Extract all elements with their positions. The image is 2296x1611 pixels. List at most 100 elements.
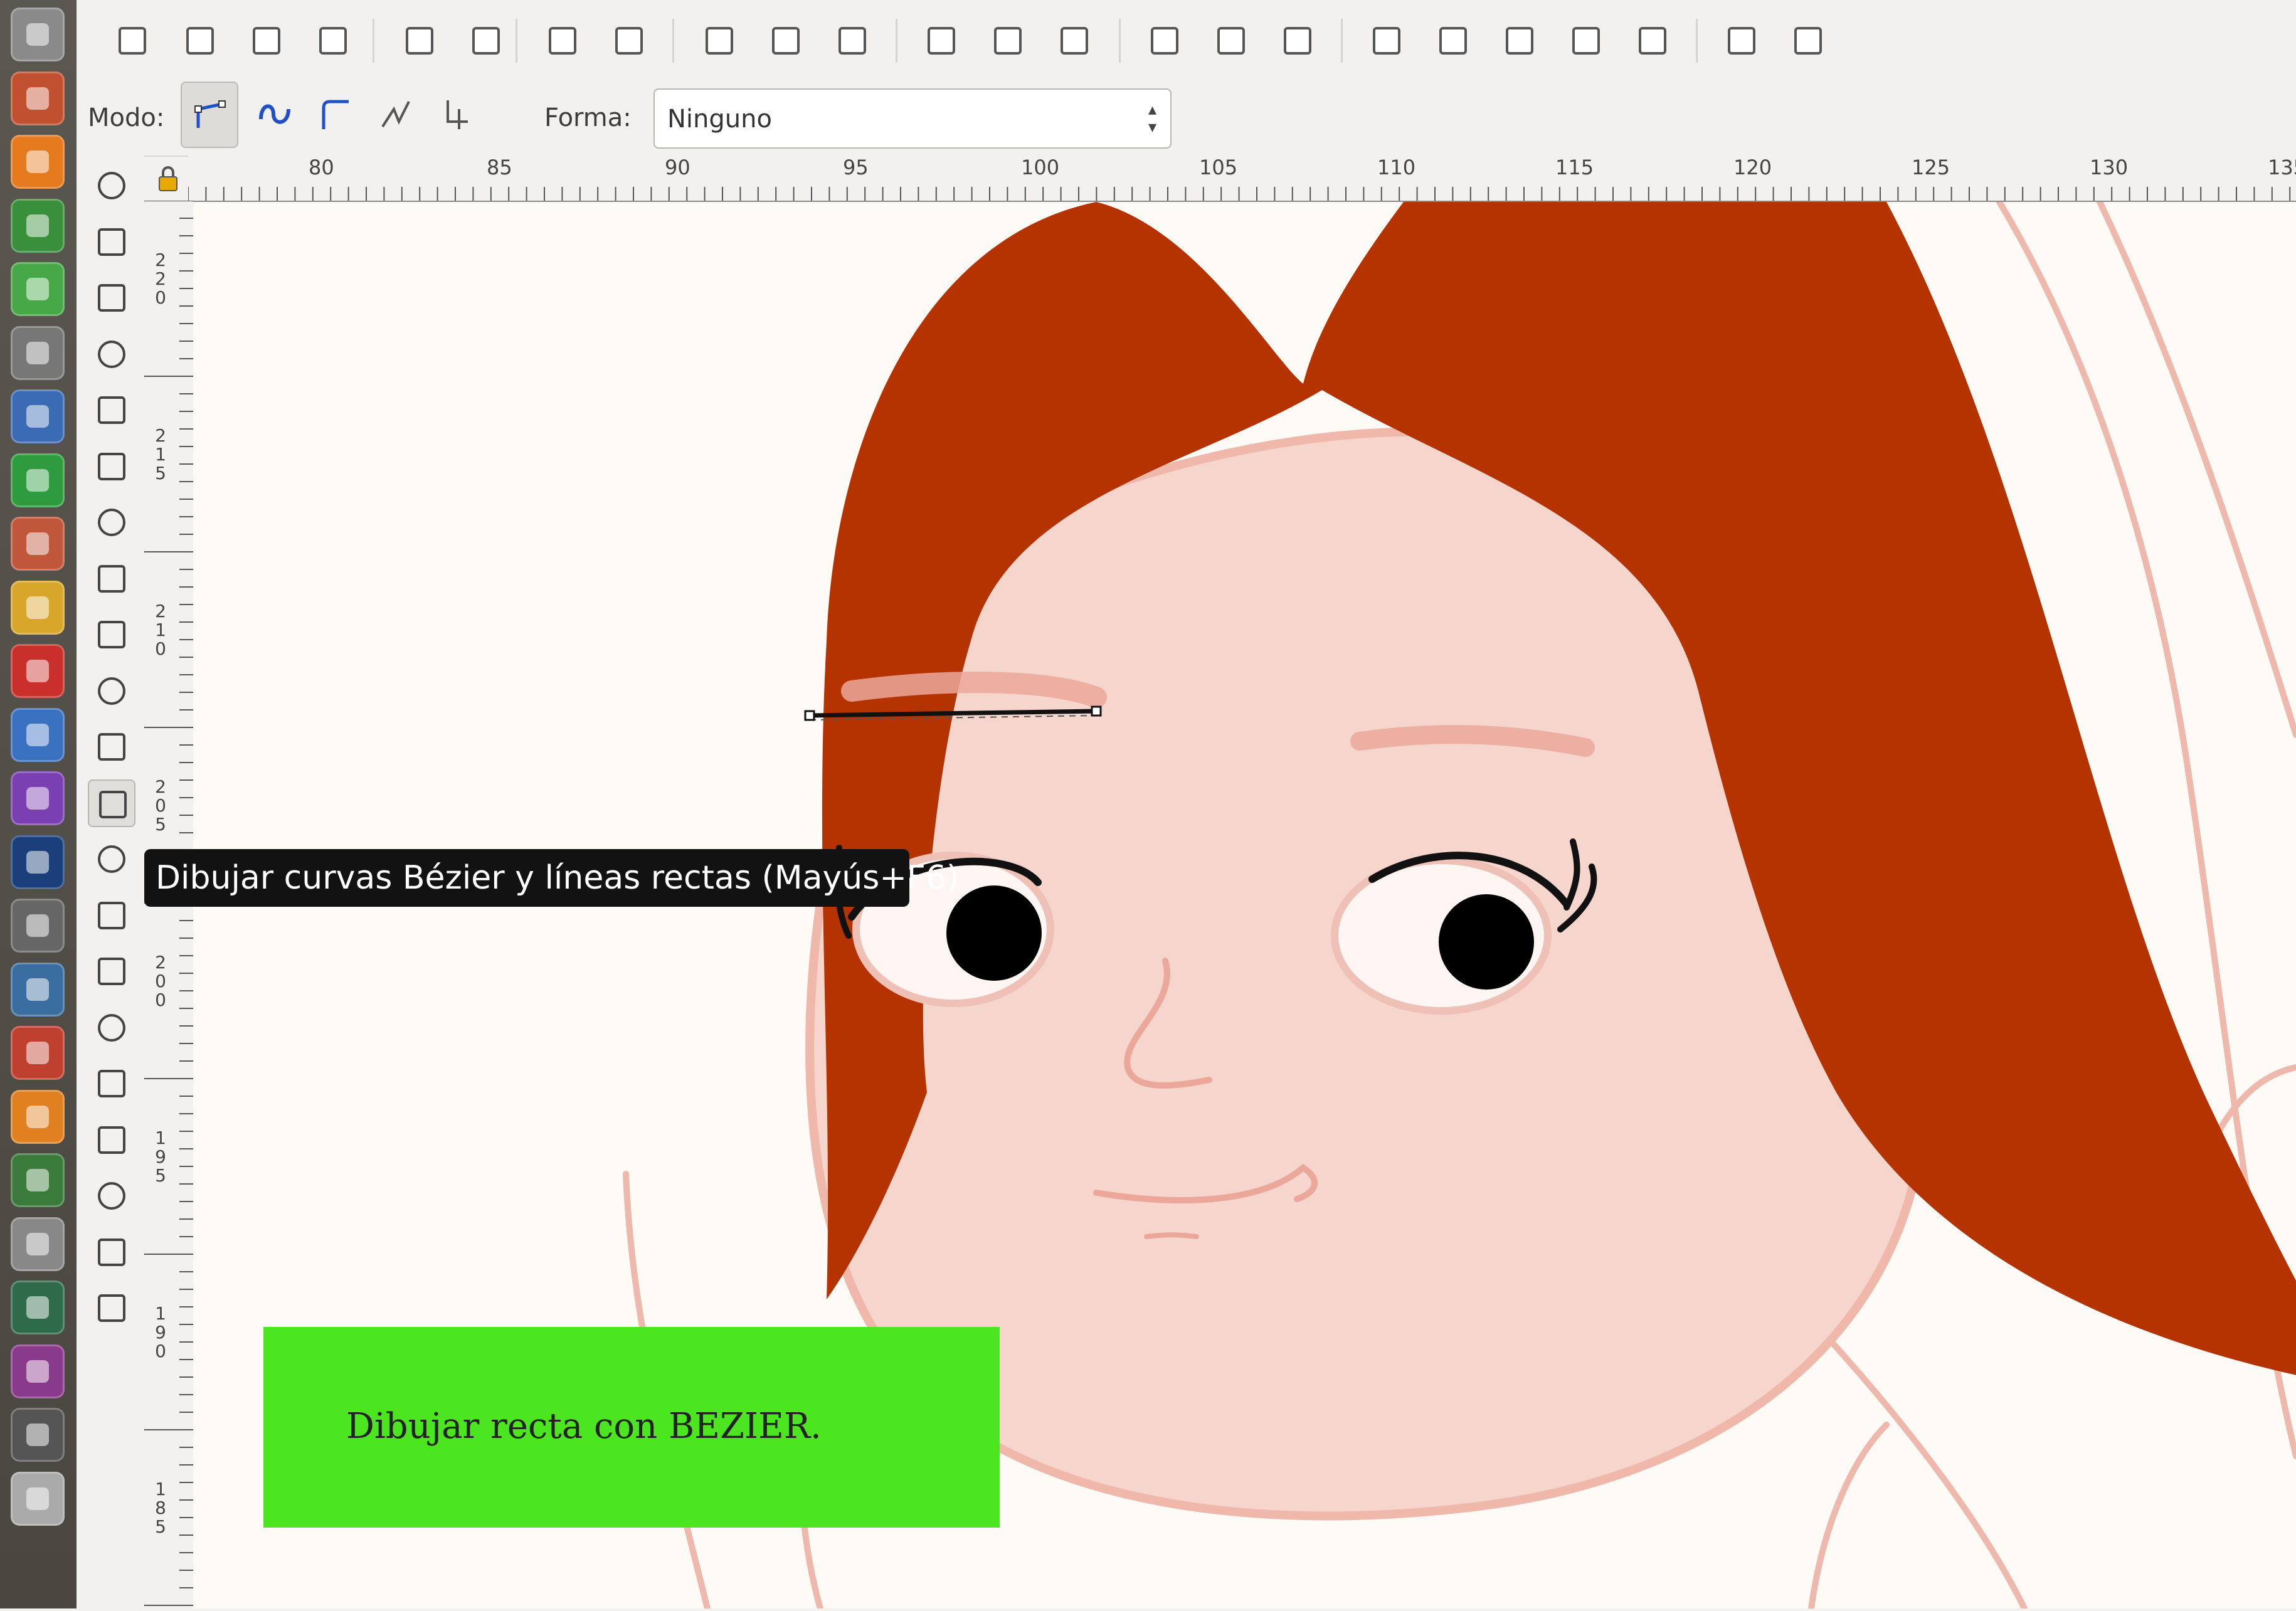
mode-spiro-button[interactable]: [246, 82, 304, 148]
text-font-icon[interactable]: [1431, 19, 1475, 63]
toolbar-separator: [896, 19, 897, 63]
mode-paraxial-button[interactable]: [426, 82, 484, 148]
align-icon[interactable]: [1631, 19, 1674, 63]
chrome-icon[interactable]: [11, 198, 65, 253]
calc-icon[interactable]: [11, 453, 65, 507]
browser-icon[interactable]: [11, 707, 65, 762]
text-editor-icon[interactable]: [11, 962, 65, 1017]
node-tool[interactable]: [88, 218, 135, 266]
vector-icon[interactable]: [11, 1153, 65, 1207]
connector-tool[interactable]: [88, 1284, 135, 1332]
tweak-tool[interactable]: [88, 274, 135, 322]
shape-select[interactable]: Ninguno ▴ ▾: [653, 88, 1172, 149]
star-tool[interactable]: [88, 611, 135, 658]
toolbar-separator: [516, 19, 517, 63]
usb-icon[interactable]: [11, 1471, 65, 1526]
spray-tool[interactable]: [88, 948, 135, 995]
lock-guides-icon[interactable]: [156, 164, 181, 192]
ruler-label: 105: [1199, 156, 1238, 179]
tool-controls-bar: Modo: Forma: Ninguno ▴ ▾: [77, 82, 2296, 157]
ungroup-icon[interactable]: [1276, 19, 1320, 63]
save-icon[interactable]: [245, 19, 288, 63]
zoom-selection-icon[interactable]: [919, 19, 963, 63]
pinwheel-icon[interactable]: [11, 644, 65, 698]
camera-icon[interactable]: [11, 1217, 65, 1271]
group-icon[interactable]: [1209, 19, 1253, 63]
ellipse-tool[interactable]: [88, 555, 135, 603]
undo-icon[interactable]: [541, 19, 585, 63]
mode-zigzag-button[interactable]: [366, 82, 424, 148]
open-icon[interactable]: [178, 19, 222, 63]
gradient-tool[interactable]: [88, 1116, 135, 1164]
calculator-icon[interactable]: [11, 325, 65, 380]
writer-icon[interactable]: [11, 389, 65, 443]
rect-tool[interactable]: [88, 443, 135, 490]
mesh-tool[interactable]: [88, 1172, 135, 1220]
window-icon[interactable]: [11, 1344, 65, 1398]
bezier-pen-tool[interactable]: [88, 779, 135, 827]
zoom-page-icon[interactable]: [1052, 19, 1096, 63]
redo-icon[interactable]: [607, 19, 651, 63]
xml-editor-icon[interactable]: [1564, 19, 1608, 63]
system-settings-icon[interactable]: [11, 8, 65, 61]
firefox-dev-icon[interactable]: [11, 771, 65, 825]
update-icon[interactable]: [11, 1281, 65, 1334]
measure-tool[interactable]: [88, 386, 135, 434]
files-icon[interactable]: [11, 71, 65, 125]
toolbar-separator: [672, 19, 674, 63]
selector-tool[interactable]: [88, 162, 135, 209]
ruler-label: 100: [1021, 156, 1060, 179]
text-tool[interactable]: [88, 892, 135, 939]
inkscape-icon[interactable]: [11, 835, 65, 889]
shape-select-value: Ninguno: [667, 105, 772, 134]
horizontal-ruler[interactable]: 80 85 90 95 100 105 110 115 120 125 130 135: [188, 156, 2296, 202]
select-arrows-icon: ▴ ▾: [1148, 100, 1156, 137]
calligraphy-tool[interactable]: [88, 835, 135, 883]
fill-stroke-icon[interactable]: [1365, 19, 1409, 63]
drive-icon[interactable]: [11, 1408, 65, 1462]
ruler-label: 190: [155, 1303, 166, 1361]
ruler-label: 130: [2090, 156, 2129, 179]
draw-icon[interactable]: [11, 580, 65, 635]
sketch-hair-right-outer: [2097, 202, 2296, 738]
shape-label: Forma:: [544, 103, 632, 132]
3dbox-tool[interactable]: [88, 499, 135, 546]
sketch-shoulder-right: [1808, 1422, 1890, 1608]
blender-icon[interactable]: [11, 1089, 65, 1144]
preferences-icon[interactable]: [1720, 19, 1764, 63]
chin-sketch: [1144, 1232, 1199, 1239]
dropper-tool[interactable]: [88, 1228, 135, 1276]
print-icon[interactable]: [311, 19, 355, 63]
firefox-icon[interactable]: [11, 135, 65, 189]
paste-icon[interactable]: [830, 19, 874, 63]
ruler-label: 185: [155, 1479, 166, 1537]
cut-icon[interactable]: [764, 19, 808, 63]
document-properties-icon[interactable]: [1786, 19, 1830, 63]
zoom-drawing-icon[interactable]: [986, 19, 1030, 63]
software-icon[interactable]: [11, 262, 65, 316]
eraser-tool[interactable]: [88, 1004, 135, 1052]
ruler-label: 120: [1733, 156, 1772, 179]
ruler-label: 195: [155, 1128, 166, 1186]
mode-regular-bezier-button[interactable]: [181, 82, 238, 148]
ruler-label: 200: [155, 952, 166, 1010]
impress-icon[interactable]: [11, 517, 65, 571]
spiral-tool[interactable]: [88, 667, 135, 715]
new-document-icon[interactable]: [110, 19, 154, 63]
duplicate-icon[interactable]: [1143, 19, 1187, 63]
import-icon[interactable]: [398, 19, 442, 63]
bucket-tool[interactable]: [88, 1060, 135, 1107]
zoom-tool[interactable]: [88, 330, 135, 378]
export-icon[interactable]: [464, 19, 508, 63]
ruler-label: 215: [155, 425, 166, 483]
gimp-icon[interactable]: [11, 899, 65, 953]
config-icon[interactable]: [11, 1026, 65, 1080]
copy-icon[interactable]: [697, 19, 741, 63]
caption-box: Dibujar recta con BEZIER.: [263, 1327, 1000, 1528]
ruler-label: 125: [1912, 156, 1950, 179]
layers-icon[interactable]: [1498, 19, 1542, 63]
ruler-label: 135: [2268, 156, 2296, 179]
pencil-tool[interactable]: [88, 723, 135, 771]
mode-bspline-button[interactable]: [306, 82, 364, 148]
ruler-label: 95: [843, 156, 869, 179]
